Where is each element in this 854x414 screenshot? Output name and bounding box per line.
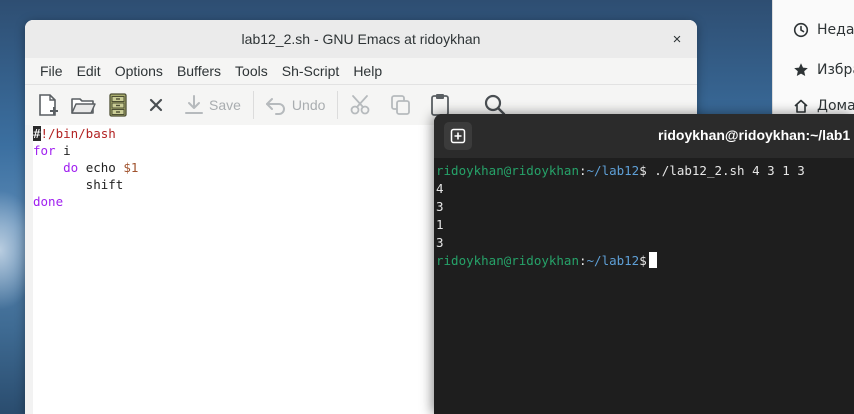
window-title: lab12_2.sh - GNU Emacs at ridoykhan <box>241 31 481 47</box>
menu-help[interactable]: Help <box>346 63 389 79</box>
new-tab-button[interactable] <box>444 122 472 150</box>
sidebar-item-label: Избра <box>817 62 854 78</box>
text-cursor: # <box>33 126 41 141</box>
copy-button[interactable] <box>388 89 414 121</box>
terminal-cursor <box>648 252 657 268</box>
menu-bar: File Edit Options Buffers Tools Sh-Scrip… <box>25 58 697 85</box>
undo-label: Undo <box>291 97 326 113</box>
terminal-output-line: 4 <box>436 181 444 196</box>
menu-options[interactable]: Options <box>108 63 170 79</box>
clock-icon <box>793 22 809 38</box>
sidebar-item-recent[interactable]: Недав <box>773 16 854 44</box>
open-folder-button[interactable] <box>69 89 97 121</box>
menu-edit[interactable]: Edit <box>70 63 108 79</box>
close-x-icon <box>149 98 163 112</box>
home-icon <box>793 98 809 114</box>
terminal-title: ridoykhan@ridoykhan:~/lab1 <box>658 127 851 143</box>
file-cabinet-icon <box>109 93 127 117</box>
terminal-prompt-line: ridoykhan@ridoykhan:~/lab12$ ./lab12_2.s… <box>436 163 805 178</box>
kill-buffer-button[interactable] <box>145 89 167 121</box>
new-file-icon <box>39 94 58 116</box>
terminal-window: ridoykhan@ridoykhan:~/lab1 ridoykhan@rid… <box>434 114 854 414</box>
sidebar-item-starred[interactable]: Избра <box>773 56 854 84</box>
star-icon <box>793 62 809 78</box>
sidebar-item-label: Недав <box>817 22 854 38</box>
close-icon: × <box>672 30 682 48</box>
terminal-output-line: 3 <box>436 199 444 214</box>
terminal-output-line: 1 <box>436 217 444 232</box>
new-file-button[interactable] <box>35 89 61 121</box>
terminal-prompt-line: ridoykhan@ridoykhan:~/lab12$ <box>436 252 854 270</box>
terminal-output-line: 3 <box>436 235 444 250</box>
cut-button[interactable] <box>348 89 374 121</box>
folder-icon <box>71 98 96 114</box>
dired-button[interactable] <box>105 89 131 121</box>
scissors-icon <box>350 95 370 115</box>
toolbar-separator <box>337 91 339 119</box>
undo-arrow-icon <box>265 98 285 115</box>
terminal-headerbar[interactable]: ridoykhan@ridoykhan:~/lab1 <box>434 114 854 158</box>
menu-buffers[interactable]: Buffers <box>170 63 228 79</box>
save-download-icon <box>185 95 203 114</box>
new-tab-plus-icon <box>450 128 466 144</box>
copy-icon <box>391 95 411 115</box>
terminal-output[interactable]: ridoykhan@ridoykhan:~/lab12$ ./lab12_2.s… <box>434 158 854 270</box>
save-label: Save <box>209 97 241 113</box>
menu-file[interactable]: File <box>33 63 70 79</box>
sidebar-item-label: Дома <box>817 98 854 114</box>
emacs-titlebar[interactable]: lab12_2.sh - GNU Emacs at ridoykhan × <box>25 20 697 58</box>
menu-tools[interactable]: Tools <box>228 63 275 79</box>
toolbar-separator <box>252 91 254 119</box>
close-button[interactable]: × <box>667 29 687 49</box>
editor-fringe <box>25 125 33 414</box>
save-button[interactable]: Save <box>183 89 241 121</box>
menu-sh-script[interactable]: Sh-Script <box>275 63 347 79</box>
undo-button[interactable]: Undo <box>264 89 325 121</box>
